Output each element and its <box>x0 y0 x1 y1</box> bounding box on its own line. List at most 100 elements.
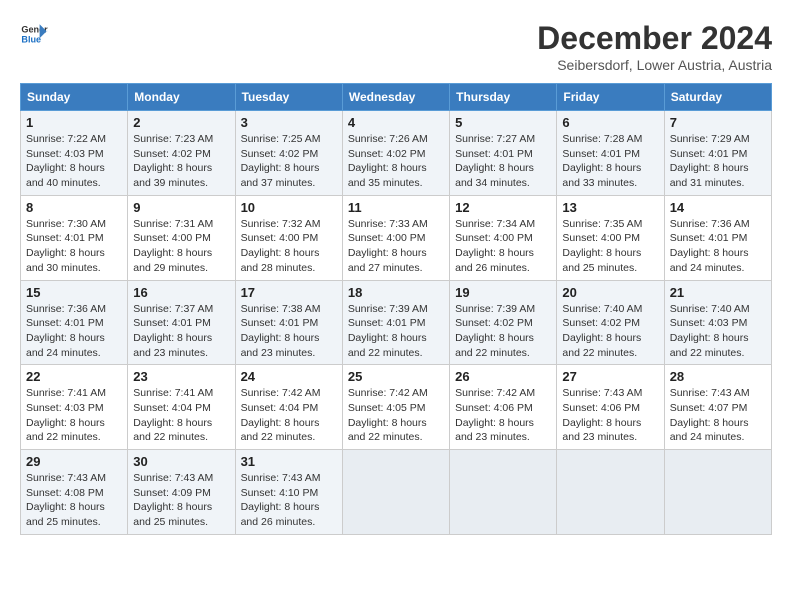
day-info: Sunrise: 7:42 AM Sunset: 4:06 PM Dayligh… <box>455 386 551 445</box>
day-info: Sunrise: 7:31 AM Sunset: 4:00 PM Dayligh… <box>133 217 229 276</box>
calendar-cell: 22 Sunrise: 7:41 AM Sunset: 4:03 PM Dayli… <box>21 365 128 450</box>
day-info: Sunrise: 7:43 AM Sunset: 4:09 PM Dayligh… <box>133 471 229 530</box>
day-number: 18 <box>348 285 444 300</box>
calendar-cell: 31Sunrise: 7:43 AM Sunset: 4:10 PM Dayli… <box>235 450 342 535</box>
day-info: Sunrise: 7:43 AM Sunset: 4:06 PM Dayligh… <box>562 386 658 445</box>
day-info: Sunrise: 7:30 AM Sunset: 4:01 PM Dayligh… <box>26 217 122 276</box>
day-number: 4 <box>348 115 444 130</box>
day-number: 1 <box>26 115 122 130</box>
header: General Blue December 2024 Seibersdorf, … <box>20 20 772 73</box>
calendar-cell: 29 Sunrise: 7:43 AM Sunset: 4:08 PM Dayli… <box>21 450 128 535</box>
day-info: Sunrise: 7:40 AM Sunset: 4:02 PM Dayligh… <box>562 302 658 361</box>
day-info: Sunrise: 7:26 AM Sunset: 4:02 PM Dayligh… <box>348 132 444 191</box>
day-info: Sunrise: 7:27 AM Sunset: 4:01 PM Dayligh… <box>455 132 551 191</box>
calendar-week-row-1: 1Sunrise: 7:22 AM Sunset: 4:03 PM Daylig… <box>21 111 772 196</box>
calendar-cell: 24 Sunrise: 7:42 AM Sunset: 4:04 PM Dayli… <box>235 365 342 450</box>
day-number: 11 <box>348 200 444 215</box>
day-number: 7 <box>670 115 766 130</box>
day-info: Sunrise: 7:35 AM Sunset: 4:00 PM Dayligh… <box>562 217 658 276</box>
calendar-cell: 12Sunrise: 7:34 AM Sunset: 4:00 PM Dayli… <box>450 195 557 280</box>
day-number: 15 <box>26 285 122 300</box>
day-number: 29 <box>26 454 122 469</box>
calendar-cell: 26 Sunrise: 7:42 AM Sunset: 4:06 PM Dayli… <box>450 365 557 450</box>
day-info: Sunrise: 7:40 AM Sunset: 4:03 PM Dayligh… <box>670 302 766 361</box>
day-number: 28 <box>670 369 766 384</box>
weekday-header-monday: Monday <box>128 84 235 111</box>
calendar-cell: 6 Sunrise: 7:28 AM Sunset: 4:01 PM Daylig… <box>557 111 664 196</box>
day-number: 5 <box>455 115 551 130</box>
calendar-cell: 15 Sunrise: 7:36 AM Sunset: 4:01 PM Dayli… <box>21 280 128 365</box>
calendar-cell <box>557 450 664 535</box>
day-info: Sunrise: 7:43 AM Sunset: 4:10 PM Dayligh… <box>241 471 337 530</box>
day-number: 10 <box>241 200 337 215</box>
day-info: Sunrise: 7:41 AM Sunset: 4:04 PM Dayligh… <box>133 386 229 445</box>
calendar-cell: 16 Sunrise: 7:37 AM Sunset: 4:01 PM Dayli… <box>128 280 235 365</box>
day-number: 13 <box>562 200 658 215</box>
day-number: 19 <box>455 285 551 300</box>
day-info: Sunrise: 7:38 AM Sunset: 4:01 PM Dayligh… <box>241 302 337 361</box>
weekday-header-wednesday: Wednesday <box>342 84 449 111</box>
calendar-cell: 8Sunrise: 7:30 AM Sunset: 4:01 PM Daylig… <box>21 195 128 280</box>
calendar-week-row-2: 8Sunrise: 7:30 AM Sunset: 4:01 PM Daylig… <box>21 195 772 280</box>
day-info: Sunrise: 7:28 AM Sunset: 4:01 PM Dayligh… <box>562 132 658 191</box>
day-number: 9 <box>133 200 229 215</box>
day-info: Sunrise: 7:29 AM Sunset: 4:01 PM Dayligh… <box>670 132 766 191</box>
calendar-cell: 28Sunrise: 7:43 AM Sunset: 4:07 PM Dayli… <box>664 365 771 450</box>
day-number: 26 <box>455 369 551 384</box>
logo: General Blue <box>20 20 48 48</box>
day-info: Sunrise: 7:36 AM Sunset: 4:01 PM Dayligh… <box>26 302 122 361</box>
weekday-header-sunday: Sunday <box>21 84 128 111</box>
day-number: 23 <box>133 369 229 384</box>
calendar-cell: 1Sunrise: 7:22 AM Sunset: 4:03 PM Daylig… <box>21 111 128 196</box>
weekday-header-row: SundayMondayTuesdayWednesdayThursdayFrid… <box>21 84 772 111</box>
svg-text:Blue: Blue <box>21 34 41 44</box>
calendar-cell: 21 Sunrise: 7:40 AM Sunset: 4:03 PM Dayli… <box>664 280 771 365</box>
day-info: Sunrise: 7:33 AM Sunset: 4:00 PM Dayligh… <box>348 217 444 276</box>
day-number: 6 <box>562 115 658 130</box>
calendar-cell: 27Sunrise: 7:43 AM Sunset: 4:06 PM Dayli… <box>557 365 664 450</box>
day-info: Sunrise: 7:42 AM Sunset: 4:04 PM Dayligh… <box>241 386 337 445</box>
day-number: 14 <box>670 200 766 215</box>
day-number: 22 <box>26 369 122 384</box>
day-info: Sunrise: 7:36 AM Sunset: 4:01 PM Dayligh… <box>670 217 766 276</box>
calendar-week-row-4: 22 Sunrise: 7:41 AM Sunset: 4:03 PM Dayli… <box>21 365 772 450</box>
day-info: Sunrise: 7:43 AM Sunset: 4:08 PM Dayligh… <box>26 471 122 530</box>
calendar-subtitle: Seibersdorf, Lower Austria, Austria <box>537 57 772 73</box>
day-number: 17 <box>241 285 337 300</box>
day-number: 2 <box>133 115 229 130</box>
day-number: 3 <box>241 115 337 130</box>
day-number: 25 <box>348 369 444 384</box>
calendar-cell: 4 Sunrise: 7:26 AM Sunset: 4:02 PM Daylig… <box>342 111 449 196</box>
calendar-cell: 9 Sunrise: 7:31 AM Sunset: 4:00 PM Daylig… <box>128 195 235 280</box>
calendar-cell: 7 Sunrise: 7:29 AM Sunset: 4:01 PM Daylig… <box>664 111 771 196</box>
weekday-header-saturday: Saturday <box>664 84 771 111</box>
calendar-cell: 23 Sunrise: 7:41 AM Sunset: 4:04 PM Dayli… <box>128 365 235 450</box>
calendar-cell: 13 Sunrise: 7:35 AM Sunset: 4:00 PM Dayli… <box>557 195 664 280</box>
day-number: 30 <box>133 454 229 469</box>
day-number: 16 <box>133 285 229 300</box>
weekday-header-friday: Friday <box>557 84 664 111</box>
weekday-header-thursday: Thursday <box>450 84 557 111</box>
logo-icon: General Blue <box>20 20 48 48</box>
calendar-week-row-3: 15 Sunrise: 7:36 AM Sunset: 4:01 PM Dayli… <box>21 280 772 365</box>
title-area: December 2024 Seibersdorf, Lower Austria… <box>537 20 772 73</box>
calendar-cell: 19Sunrise: 7:39 AM Sunset: 4:02 PM Dayli… <box>450 280 557 365</box>
day-info: Sunrise: 7:39 AM Sunset: 4:01 PM Dayligh… <box>348 302 444 361</box>
calendar-cell: 2Sunrise: 7:23 AM Sunset: 4:02 PM Daylig… <box>128 111 235 196</box>
calendar-table: SundayMondayTuesdayWednesdayThursdayFrid… <box>20 83 772 535</box>
calendar-cell <box>450 450 557 535</box>
day-info: Sunrise: 7:41 AM Sunset: 4:03 PM Dayligh… <box>26 386 122 445</box>
calendar-cell: 5 Sunrise: 7:27 AM Sunset: 4:01 PM Daylig… <box>450 111 557 196</box>
day-info: Sunrise: 7:42 AM Sunset: 4:05 PM Dayligh… <box>348 386 444 445</box>
calendar-cell <box>342 450 449 535</box>
day-number: 21 <box>670 285 766 300</box>
day-info: Sunrise: 7:37 AM Sunset: 4:01 PM Dayligh… <box>133 302 229 361</box>
calendar-cell: 11 Sunrise: 7:33 AM Sunset: 4:00 PM Dayli… <box>342 195 449 280</box>
calendar-cell: 17 Sunrise: 7:38 AM Sunset: 4:01 PM Dayli… <box>235 280 342 365</box>
calendar-week-row-5: 29 Sunrise: 7:43 AM Sunset: 4:08 PM Dayli… <box>21 450 772 535</box>
calendar-cell: 10Sunrise: 7:32 AM Sunset: 4:00 PM Dayli… <box>235 195 342 280</box>
calendar-cell: 30 Sunrise: 7:43 AM Sunset: 4:09 PM Dayli… <box>128 450 235 535</box>
day-number: 12 <box>455 200 551 215</box>
calendar-cell: 3Sunrise: 7:25 AM Sunset: 4:02 PM Daylig… <box>235 111 342 196</box>
day-number: 24 <box>241 369 337 384</box>
